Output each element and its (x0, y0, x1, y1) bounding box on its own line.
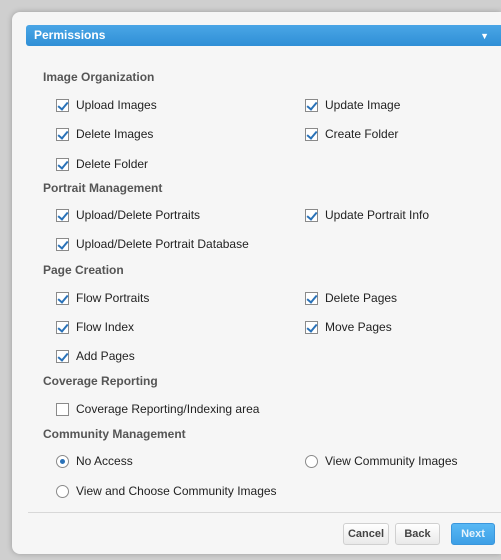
checkbox-upload-images[interactable]: Upload Images (56, 96, 157, 114)
section-title-page-creation: Page Creation (43, 263, 124, 277)
checkbox-checked-icon[interactable] (305, 98, 318, 112)
checkbox-label: Upload Images (76, 98, 157, 112)
checkbox-checked-icon[interactable] (305, 127, 318, 141)
permissions-title: Permissions (34, 28, 106, 42)
checkbox-coverage-reporting-indexing[interactable]: Coverage Reporting/Indexing area (56, 400, 259, 418)
checkbox-delete-images[interactable]: Delete Images (56, 125, 153, 143)
checkbox-label: Update Image (325, 98, 401, 112)
checkbox-checked-icon[interactable] (305, 320, 318, 334)
checkbox-label: Delete Images (76, 127, 154, 141)
radio-unselected-icon[interactable] (305, 454, 318, 468)
section-title-coverage-reporting: Coverage Reporting (43, 374, 158, 388)
checkbox-label: Move Pages (325, 320, 392, 334)
back-button[interactable]: Back (395, 523, 440, 545)
checkbox-upload-delete-portraits[interactable]: Upload/Delete Portraits (56, 206, 200, 224)
cancel-button[interactable]: Cancel (343, 523, 389, 545)
radio-label: No Access (76, 454, 133, 468)
radio-label: View and Choose Community Images (76, 484, 277, 498)
checkbox-checked-icon[interactable] (56, 320, 69, 334)
checkbox-checked-icon[interactable] (56, 98, 69, 112)
radio-view-and-choose-community-images[interactable]: View and Choose Community Images (56, 482, 277, 500)
checkbox-create-folder[interactable]: Create Folder (305, 125, 398, 143)
checkbox-move-pages[interactable]: Move Pages (305, 318, 392, 336)
radio-label: View Community Images (325, 454, 458, 468)
checkbox-label: Upload/Delete Portrait Database (76, 237, 249, 251)
checkbox-delete-folder[interactable]: Delete Folder (56, 155, 148, 173)
checkbox-label: Create Folder (325, 127, 399, 141)
checkbox-flow-index[interactable]: Flow Index (56, 318, 134, 336)
checkbox-label: Delete Pages (325, 291, 398, 305)
checkbox-checked-icon[interactable] (56, 127, 69, 141)
checkbox-label: Add Pages (76, 349, 135, 363)
checkbox-flow-portraits[interactable]: Flow Portraits (56, 289, 149, 307)
next-button[interactable]: Next (451, 523, 495, 545)
checkbox-checked-icon[interactable] (56, 157, 69, 171)
section-title-portrait-management: Portrait Management (43, 181, 163, 195)
checkbox-checked-icon[interactable] (305, 291, 318, 305)
radio-selected-icon[interactable] (56, 454, 69, 468)
checkbox-label: Flow Portraits (76, 291, 150, 305)
checkbox-label: Flow Index (76, 320, 135, 334)
checkbox-label: Coverage Reporting/Indexing area (76, 402, 260, 416)
section-title-image-organization: Image Organization (43, 70, 155, 84)
radio-unselected-icon[interactable] (56, 484, 69, 498)
section-title-community-management: Community Management (43, 427, 186, 441)
permissions-header[interactable]: Permissions ▼ (26, 25, 501, 46)
checkbox-checked-icon[interactable] (56, 208, 69, 222)
checkbox-unchecked-icon[interactable] (56, 402, 69, 416)
checkbox-checked-icon[interactable] (56, 349, 69, 363)
checkbox-checked-icon[interactable] (305, 208, 318, 222)
checkbox-update-image[interactable]: Update Image (305, 96, 400, 114)
radio-view-community-images[interactable]: View Community Images (305, 452, 458, 470)
checkbox-delete-pages[interactable]: Delete Pages (305, 289, 397, 307)
checkbox-checked-icon[interactable] (56, 237, 69, 251)
permissions-panel: Permissions ▼ (12, 12, 501, 554)
checkbox-label: Update Portrait Info (325, 208, 430, 222)
checkbox-checked-icon[interactable] (56, 291, 69, 305)
radio-no-access[interactable]: No Access (56, 452, 133, 470)
checkbox-label: Upload/Delete Portraits (76, 208, 201, 222)
chevron-down-icon[interactable]: ▼ (480, 26, 489, 47)
checkbox-upload-delete-portrait-database[interactable]: Upload/Delete Portrait Database (56, 235, 249, 253)
checkbox-add-pages[interactable]: Add Pages (56, 347, 135, 365)
footer-divider (28, 512, 501, 513)
checkbox-label: Delete Folder (76, 157, 149, 171)
checkbox-update-portrait-info[interactable]: Update Portrait Info (305, 206, 429, 224)
